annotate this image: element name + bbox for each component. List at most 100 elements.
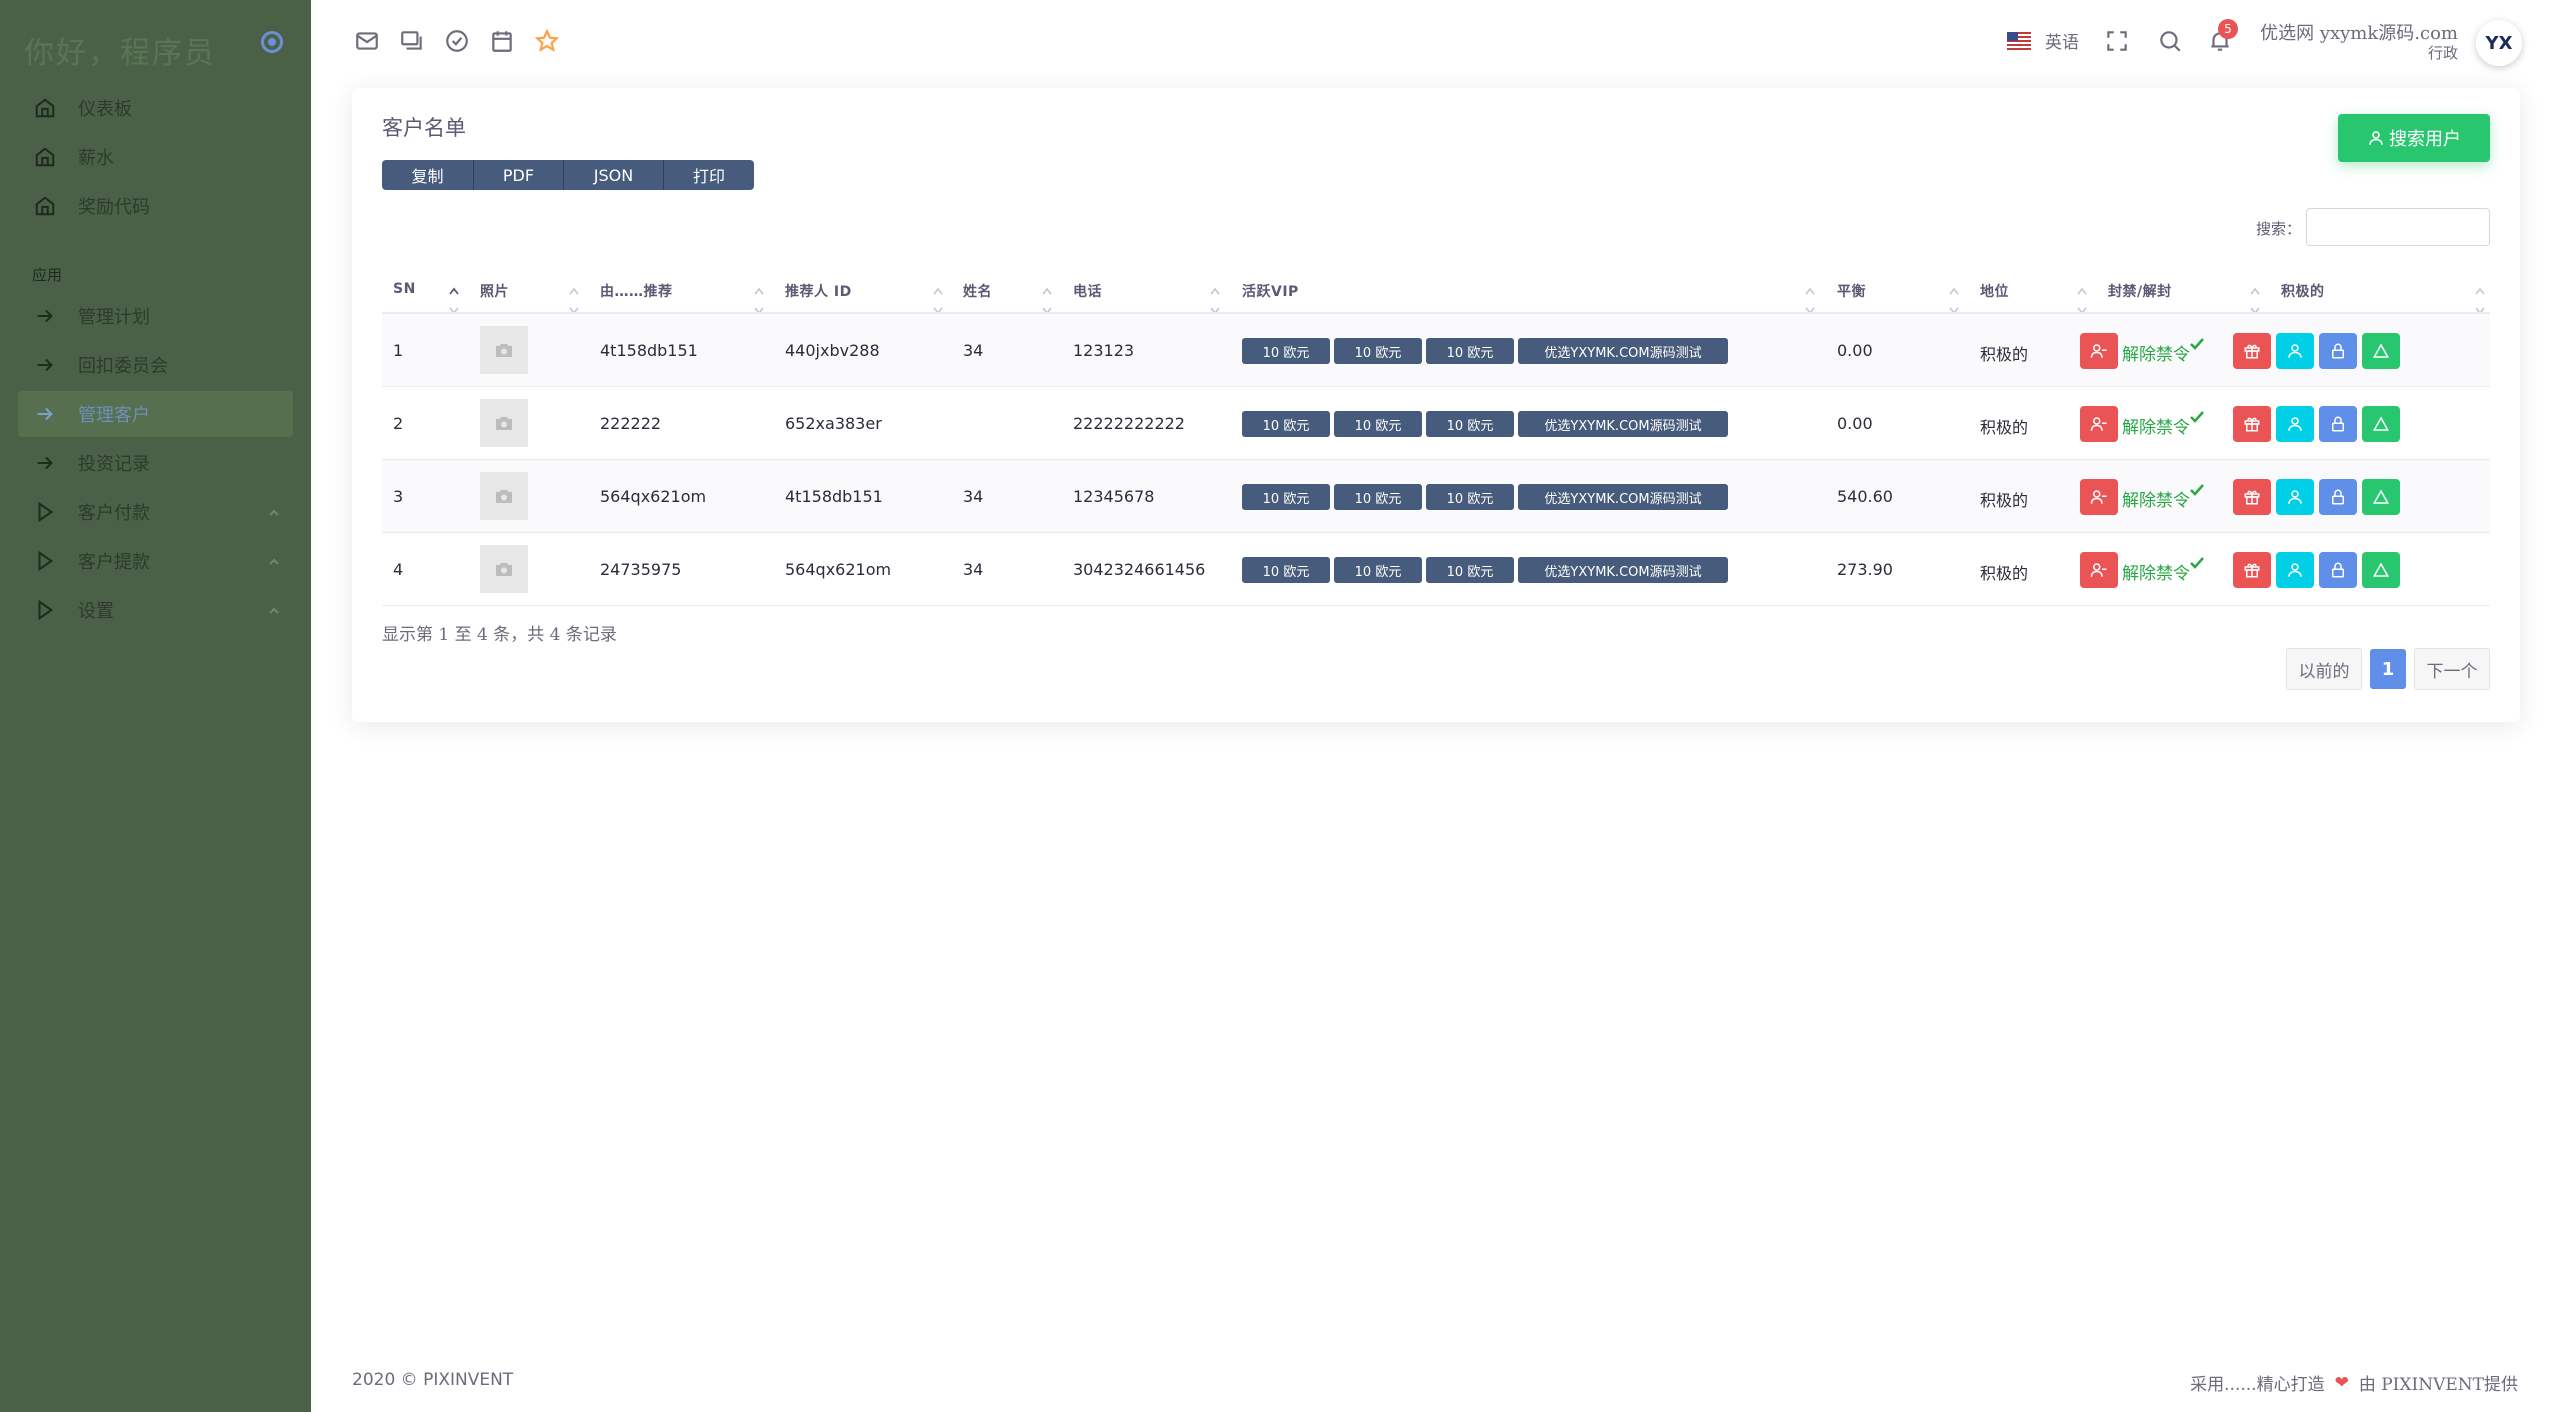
sidebar-item-investment-records[interactable]: 投资记录 [18, 440, 293, 486]
footer-credit: 采用......精心打造 ❤ 由 PIXINVENT提供 [2190, 1370, 2518, 1396]
pdf-button[interactable]: PDF [474, 160, 564, 190]
cell-sn: 4 [393, 560, 404, 579]
pagination-prev-button[interactable]: 以前的 [2286, 648, 2362, 690]
triangle-button[interactable] [2362, 479, 2400, 515]
sidebar-item-settings[interactable]: 设置 [18, 587, 293, 633]
sidebar-item-rebate-committee[interactable]: 回扣委员会 [18, 342, 293, 388]
sidebar-item-manage-plan[interactable]: 管理计划 [18, 293, 293, 339]
cell-balance: 540.60 [1837, 487, 1893, 506]
vip-badge: 10 欧元 [1426, 484, 1514, 510]
sidebar-item-label: 奖励代码 [78, 197, 150, 218]
brand-title[interactable]: 你好，程序员 [24, 28, 216, 72]
user-icon [2288, 490, 2302, 504]
lock-button[interactable] [2319, 406, 2357, 442]
pagination-current-page[interactable]: 1 [2370, 649, 2406, 689]
user-icon [2288, 563, 2302, 577]
vip-badge: 10 欧元 [1242, 338, 1330, 364]
cell-referrer-id: 652xa383er [785, 414, 882, 433]
sidebar-item-customer-withdrawals[interactable]: 客户提款 [18, 538, 293, 584]
sidebar-item-manage-customers[interactable]: 管理客户 [18, 391, 293, 437]
sidebar-toggle-icon[interactable] [261, 31, 283, 53]
json-button[interactable]: JSON [564, 160, 664, 190]
print-button[interactable]: 打印 [664, 160, 754, 190]
chevron-up-icon [267, 504, 281, 518]
gift-button[interactable] [2233, 479, 2271, 515]
triangle-icon [2372, 562, 2390, 577]
search-label: 搜索： [2256, 220, 2302, 238]
vip-badge: 10 欧元 [1334, 557, 1422, 583]
chat-icon[interactable] [399, 28, 425, 54]
ban-user-button[interactable] [2080, 479, 2118, 515]
cell-phone: 3042324661456 [1073, 560, 1206, 579]
sidebar-item-dashboard[interactable]: 仪表板 [18, 85, 293, 131]
pagination-next-button[interactable]: 下一个 [2414, 648, 2490, 690]
unban-link[interactable]: 解除禁令 [2122, 340, 2190, 365]
triangle-button[interactable] [2362, 333, 2400, 369]
cell-phone: 123123 [1073, 341, 1135, 360]
triangle-button[interactable] [2362, 552, 2400, 588]
search-user-label: 搜索用户 [2389, 129, 2461, 150]
check-icon [2189, 409, 2205, 425]
unban-link[interactable]: 解除禁令 [2122, 413, 2190, 438]
cell-name: 34 [963, 341, 984, 360]
star-icon[interactable] [534, 28, 560, 54]
chevron-up-icon [267, 602, 281, 616]
photo-placeholder [480, 545, 528, 593]
search-icon[interactable] [2157, 28, 2183, 54]
sidebar-item-label: 客户提款 [78, 552, 150, 573]
arrow-right-icon [34, 305, 56, 327]
avatar[interactable]: YX [2476, 20, 2522, 66]
language-label: 英语 [2045, 33, 2079, 53]
user-profile-button[interactable] [2276, 479, 2314, 515]
unban-link[interactable]: 解除禁令 [2122, 559, 2190, 584]
copy-button[interactable]: 复制 [382, 160, 474, 190]
triangle-button[interactable] [2362, 406, 2400, 442]
cell-name: 34 [963, 560, 984, 579]
unban-link[interactable]: 解除禁令 [2122, 486, 2190, 511]
triangle-icon [2372, 343, 2390, 358]
language-selector[interactable]: 英语 [2007, 28, 2079, 53]
photo-placeholder [480, 326, 528, 374]
vip-badge: 10 欧元 [1426, 338, 1514, 364]
cell-referred-by: 222222 [600, 414, 662, 433]
gift-button[interactable] [2233, 333, 2271, 369]
ban-user-button[interactable] [2080, 333, 2118, 369]
vip-badge: 优选YXYMK.COM源码测试 [1518, 411, 1728, 437]
us-flag-icon [2007, 31, 2031, 50]
lock-button[interactable] [2319, 552, 2357, 588]
gift-button[interactable] [2233, 552, 2271, 588]
sidebar-item-customer-payments[interactable]: 客户付款 [18, 489, 293, 535]
cell-referrer-id: 440jxbv288 [785, 341, 880, 360]
arrow-right-icon [34, 403, 56, 425]
sidebar-section-label: 应用 [32, 266, 63, 284]
triangle-icon [2372, 416, 2390, 431]
vip-badge: 10 欧元 [1334, 411, 1422, 437]
cell-referred-by: 564qx621om [600, 487, 707, 506]
mail-icon[interactable] [354, 28, 380, 54]
sidebar-item-label: 管理计划 [78, 307, 150, 328]
ban-user-button[interactable] [2080, 552, 2118, 588]
user-profile-button[interactable] [2276, 552, 2314, 588]
vip-badge: 10 欧元 [1334, 338, 1422, 364]
cell-referrer-id: 564qx621om [785, 560, 892, 579]
cell-balance: 0.00 [1837, 414, 1873, 433]
calendar-icon[interactable] [489, 28, 515, 54]
ban-user-button[interactable] [2080, 406, 2118, 442]
user-profile-button[interactable] [2276, 333, 2314, 369]
lock-button[interactable] [2319, 333, 2357, 369]
sidebar-item-salary[interactable]: 薪水 [18, 134, 293, 180]
user-icon [2288, 417, 2302, 431]
notification-badge: 5 [2218, 19, 2238, 39]
user-profile-button[interactable] [2276, 406, 2314, 442]
search-input[interactable] [2306, 208, 2490, 246]
user-icon [2288, 344, 2302, 358]
lock-button[interactable] [2319, 479, 2357, 515]
check-circle-icon[interactable] [444, 28, 470, 54]
fullscreen-icon[interactable] [2104, 28, 2130, 54]
gift-button[interactable] [2233, 406, 2271, 442]
user-icon [2369, 131, 2383, 145]
search-user-button[interactable]: 搜索用户 [2338, 114, 2490, 162]
sidebar-item-reward-code[interactable]: 奖励代码 [18, 183, 293, 229]
cell-status: 积极的 [1980, 491, 2029, 510]
lock-icon [2332, 343, 2344, 359]
